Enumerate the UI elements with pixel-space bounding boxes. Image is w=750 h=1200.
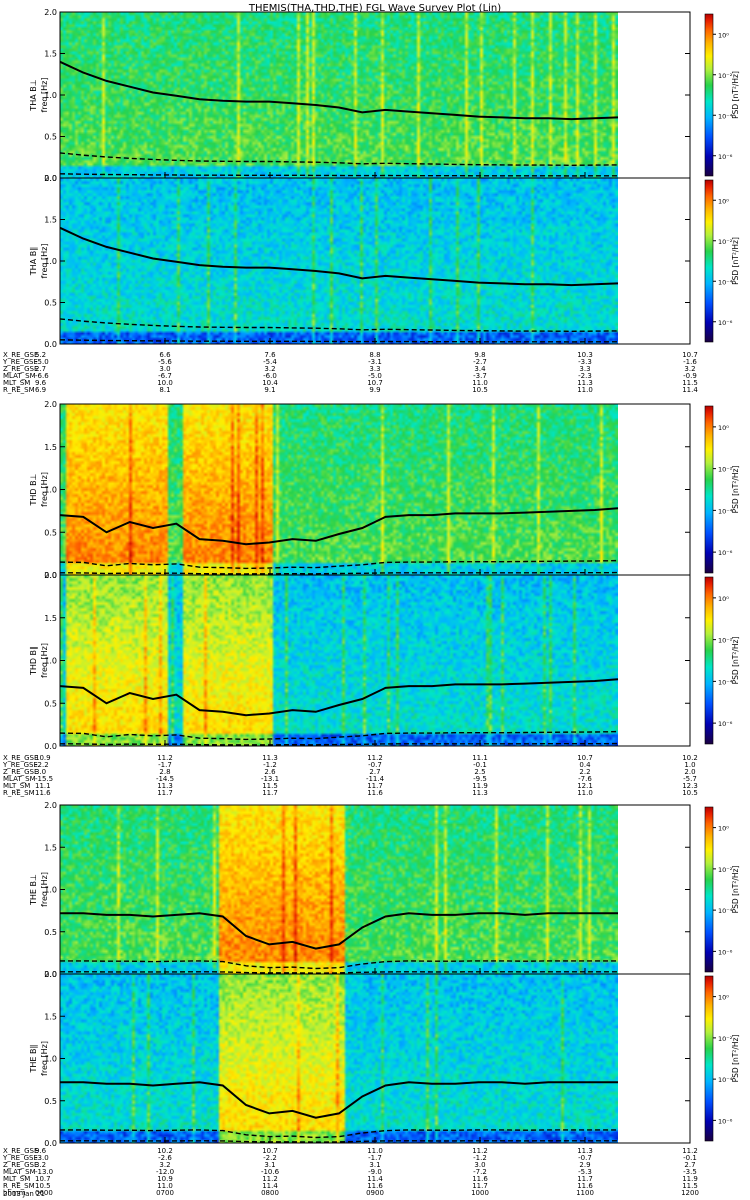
spectrogram-image xyxy=(60,12,618,178)
colorbar-tick-label: 10⁰ xyxy=(718,825,729,833)
orbit-value: 11.3 xyxy=(472,789,488,797)
colorbar-label: PSD [nT²/Hz] xyxy=(731,466,740,514)
panel-label: THD B⊥ xyxy=(29,473,38,506)
y-tick-label: 2.0 xyxy=(44,174,57,183)
colorbar xyxy=(704,179,714,343)
orbit-value: 9.1 xyxy=(264,386,275,394)
colorbar xyxy=(704,405,714,574)
orbit-value: 10.5 xyxy=(472,386,488,394)
orbit-value: 11.0 xyxy=(577,386,593,394)
colorbar-tick-label: 10⁰ xyxy=(718,424,729,432)
y-axis-label: freq [Hz] xyxy=(40,78,49,113)
y-axis-label: freq [Hz] xyxy=(40,872,49,907)
colorbar-tick-label: 10⁻⁶ xyxy=(718,153,733,161)
y-tick-label: 1.5 xyxy=(44,50,57,59)
y-tick-label: 0.5 xyxy=(44,699,57,708)
tha-panel-1: 0.00.51.01.52.0THA B⊥ freq [Hz]10⁰10⁻²10⁻… xyxy=(29,8,740,183)
y-tick-label: 2.0 xyxy=(44,400,57,409)
colorbar xyxy=(704,13,714,177)
orbit-value: 9.9 xyxy=(369,386,380,394)
panel-label: THA B⊥ xyxy=(29,79,38,111)
colorbar xyxy=(704,806,714,973)
orbit-value: 6.9 xyxy=(35,386,46,394)
y-tick-label: 2.0 xyxy=(44,970,57,979)
spectrogram-image xyxy=(60,974,618,1143)
spectrogram-image xyxy=(60,575,618,746)
colorbar-tick-label: 10⁰ xyxy=(718,595,729,603)
colorbar xyxy=(704,975,714,1142)
y-tick-label: 0.0 xyxy=(44,1139,57,1148)
orbit-value: 8.1 xyxy=(159,386,170,394)
orbit-value: 11.7 xyxy=(262,789,278,797)
spectrogram-image xyxy=(60,805,618,974)
orbit-value: 11.0 xyxy=(577,789,593,797)
y-tick-label: 0.5 xyxy=(44,133,57,142)
the-orbit-table: X_RE_GSE9.6 10.2 10.7 11.0 11.2 11.3 11.2Y_RE_… xyxy=(2,1147,699,1197)
y-tick-label: 1.5 xyxy=(44,1012,57,1021)
y-axis-label: freq [Hz] xyxy=(40,244,49,279)
y-tick-label: 1.5 xyxy=(44,216,57,225)
orbit-value: 1200 xyxy=(681,1189,699,1197)
y-tick-label: 2.0 xyxy=(44,8,57,17)
orbit-value: 10.5 xyxy=(682,789,698,797)
y-axis-label: freq [Hz] xyxy=(40,1041,49,1076)
colorbar-tick-label: 10⁰ xyxy=(718,197,729,205)
y-tick-label: 0.5 xyxy=(44,928,57,937)
colorbar-tick-label: 10⁻⁶ xyxy=(718,720,733,728)
y-tick-label: 1.5 xyxy=(44,614,57,623)
colorbar-label: PSD [nT²/Hz] xyxy=(731,71,740,119)
colorbar-label: PSD [nT²/Hz] xyxy=(731,637,740,685)
orbit-row-label: R_RE_SM xyxy=(3,789,35,797)
colorbar-tick-label: 10⁻⁶ xyxy=(718,319,733,327)
orbit-value: 0700 xyxy=(156,1189,174,1197)
orbit-row-label: R_RE_SM xyxy=(3,386,35,394)
orbit-value: 11.7 xyxy=(157,789,173,797)
orbit-value: 0800 xyxy=(261,1189,279,1197)
y-axis-label: freq [Hz] xyxy=(40,643,49,678)
y-tick-label: 0.5 xyxy=(44,299,57,308)
tha-orbit-table: X_RE_GSE5.2 6.6 7.6 8.8 9.8 10.3 10.7Y_RE_GSE-… xyxy=(2,351,698,394)
y-axis-label: freq [Hz] xyxy=(40,472,49,507)
panel-label: THE B⊥ xyxy=(29,874,38,906)
thd-panel-1: 0.00.51.01.52.0THD B⊥ freq [Hz]10⁰10⁻²10⁻… xyxy=(29,400,740,580)
tha-panel-2: 0.00.51.01.52.0THA B∥ freq [Hz]10⁰10⁻²10⁻… xyxy=(29,174,740,349)
colorbar-label: PSD [nT²/Hz] xyxy=(731,866,740,914)
thd-panel-2: 0.00.51.01.52.0THD B∥ freq [Hz]10⁰10⁻²10⁻… xyxy=(29,571,740,751)
orbit-value: 1100 xyxy=(576,1189,594,1197)
colorbar-tick-label: 10⁻⁶ xyxy=(718,549,733,557)
date-label: 2013 Jan 21 xyxy=(3,1190,45,1198)
colorbar-label: PSD [nT²/Hz] xyxy=(731,237,740,285)
spectrogram-image xyxy=(60,178,618,344)
y-tick-label: 1.5 xyxy=(44,443,57,452)
y-tick-label: 0.5 xyxy=(44,1097,57,1106)
colorbar-tick-label: 10⁰ xyxy=(718,994,729,1002)
y-tick-label: 1.5 xyxy=(44,843,57,852)
y-tick-label: 2.0 xyxy=(44,571,57,580)
y-tick-label: 2.0 xyxy=(44,801,57,810)
orbit-value: 11.6 xyxy=(35,789,51,797)
the-panel-1: 0.00.51.01.52.0THE B⊥ freq [Hz]10⁰10⁻²10⁻… xyxy=(29,801,740,979)
panel-label: THD B∥ xyxy=(29,646,38,676)
thd-orbit-table: X_RE_GSE10.9 11.2 11.3 11.2 11.1 10.7 10.2Y_RE… xyxy=(2,754,698,797)
colorbar-tick-label: 10⁻⁶ xyxy=(718,948,733,956)
panel-label: THE B∥ xyxy=(29,1045,38,1074)
orbit-value: 0900 xyxy=(366,1189,384,1197)
orbit-value: 11.6 xyxy=(367,789,383,797)
colorbar-tick-label: 10⁰ xyxy=(718,31,729,39)
colorbar-tick-label: 10⁻⁶ xyxy=(718,1117,733,1125)
orbit-value: 11.4 xyxy=(682,386,698,394)
colorbar-label: PSD [nT²/Hz] xyxy=(731,1035,740,1083)
wave-survey-figure: THEMIS(THA,THD,THE) FGL Wave Survey Plot… xyxy=(2,3,740,1198)
y-tick-label: 0.5 xyxy=(44,528,57,537)
spectrogram-image xyxy=(60,404,618,575)
y-tick-label: 0.0 xyxy=(44,742,57,751)
panel-label: THA B∥ xyxy=(29,247,38,276)
y-tick-label: 0.0 xyxy=(44,340,57,349)
orbit-value: 1000 xyxy=(471,1189,489,1197)
the-panel-2: 0.00.51.01.52.0THE B∥ freq [Hz]10⁰10⁻²10⁻… xyxy=(29,970,740,1148)
colorbar xyxy=(704,576,714,745)
